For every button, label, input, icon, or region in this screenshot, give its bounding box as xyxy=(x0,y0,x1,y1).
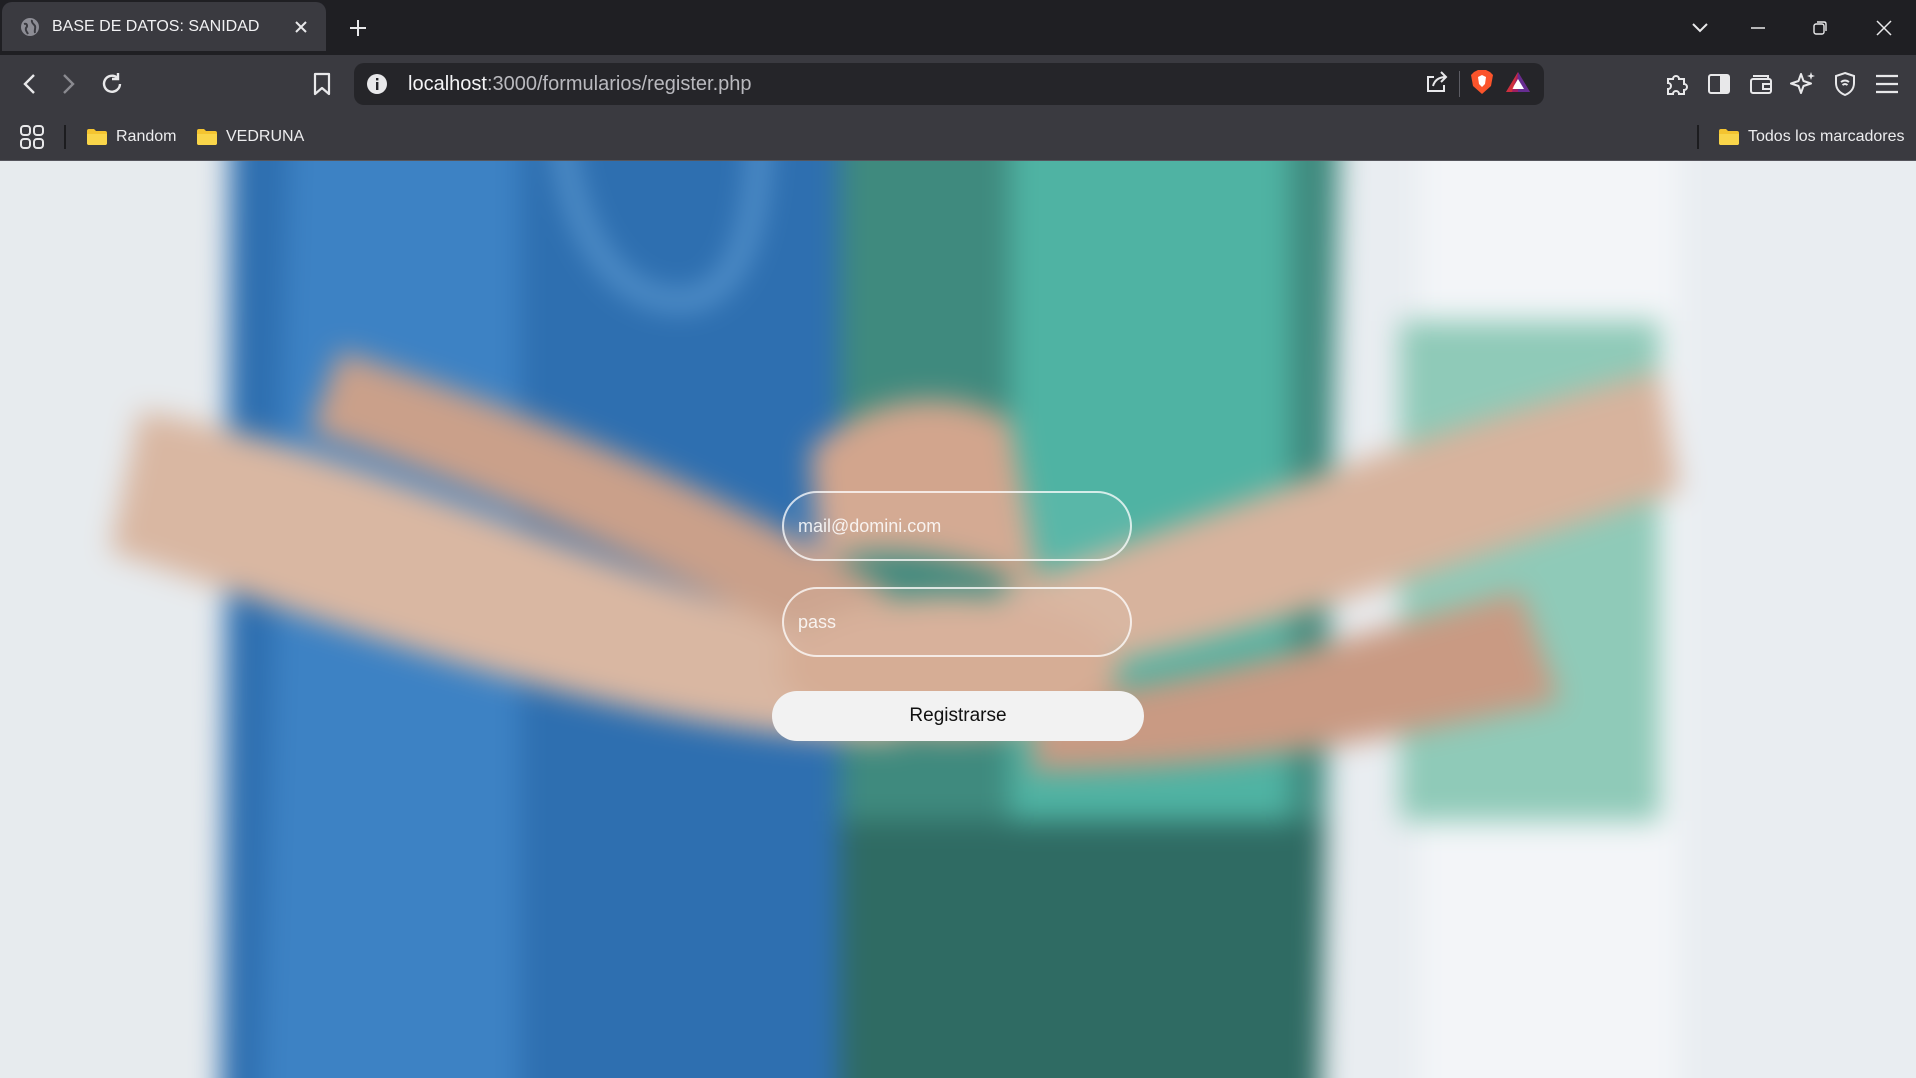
new-tab-button[interactable] xyxy=(344,14,372,42)
tab-strip: BASE DE DATOS: SANIDAD xyxy=(0,0,1916,55)
site-info-icon[interactable] xyxy=(366,73,388,95)
sidebar-toggle-icon[interactable] xyxy=(1702,67,1736,101)
tab-title: BASE DE DATOS: SANIDAD xyxy=(52,17,260,35)
wallet-icon[interactable] xyxy=(1744,67,1778,101)
reload-icon[interactable] xyxy=(95,67,129,101)
url-host: localhost xyxy=(408,72,487,95)
close-tab-icon[interactable] xyxy=(290,16,312,38)
url-path: :3000/formularios/register.php xyxy=(486,72,752,95)
extensions-puzzle-icon[interactable] xyxy=(1660,67,1694,101)
back-arrow-icon[interactable] xyxy=(12,67,46,101)
leo-ai-sparkle-icon[interactable] xyxy=(1786,67,1820,101)
page-viewport: Registrarse xyxy=(0,161,1916,1078)
folder-icon xyxy=(197,129,217,145)
bookmark-label: Random xyxy=(116,128,177,145)
brave-rewards-icon[interactable] xyxy=(1504,70,1532,99)
brave-shields-icon[interactable] xyxy=(1470,69,1494,100)
browser-toolbar: localhost:3000/formularios/register.php xyxy=(0,55,1916,113)
minimize-window-icon[interactable] xyxy=(1742,12,1774,44)
omnibox-divider xyxy=(1459,71,1460,97)
register-button[interactable]: Registrarse xyxy=(772,691,1144,741)
bookmark-folder-vedruna[interactable]: VEDRUNA xyxy=(196,123,304,151)
bookmarks-divider xyxy=(64,125,66,149)
bookmarks-bar: Random VEDRUNA Todos los marcadores xyxy=(0,113,1916,161)
bookmark-folder-random[interactable]: Random xyxy=(86,123,176,151)
vpn-shield-icon[interactable] xyxy=(1828,67,1862,101)
all-bookmarks-label: Todos los marcadores xyxy=(1748,128,1905,145)
apps-grid-icon[interactable] xyxy=(18,123,46,151)
forward-arrow-icon[interactable] xyxy=(52,67,86,101)
password-field-container xyxy=(782,587,1132,657)
main-menu-icon[interactable] xyxy=(1870,67,1904,101)
address-bar[interactable]: localhost:3000/formularios/register.php xyxy=(354,63,1544,105)
globe-icon xyxy=(21,17,39,36)
email-field-container xyxy=(782,491,1132,561)
folder-icon xyxy=(1719,129,1739,145)
all-bookmarks-folder[interactable]: Todos los marcadores xyxy=(1718,123,1905,151)
folder-icon xyxy=(87,129,107,145)
share-icon[interactable] xyxy=(1425,70,1449,98)
email-field[interactable] xyxy=(784,493,1130,559)
browser-tab-active[interactable]: BASE DE DATOS: SANIDAD xyxy=(2,2,326,51)
password-field[interactable] xyxy=(784,589,1130,655)
bookmarks-divider xyxy=(1697,125,1699,149)
close-window-icon[interactable] xyxy=(1868,12,1900,44)
bookmark-label: VEDRUNA xyxy=(226,128,305,145)
tab-search-chevron-icon[interactable] xyxy=(1684,12,1716,44)
url-text[interactable]: localhost:3000/formularios/register.php xyxy=(408,73,1425,96)
bookmark-page-icon[interactable] xyxy=(305,67,339,101)
restore-window-icon[interactable] xyxy=(1804,12,1836,44)
